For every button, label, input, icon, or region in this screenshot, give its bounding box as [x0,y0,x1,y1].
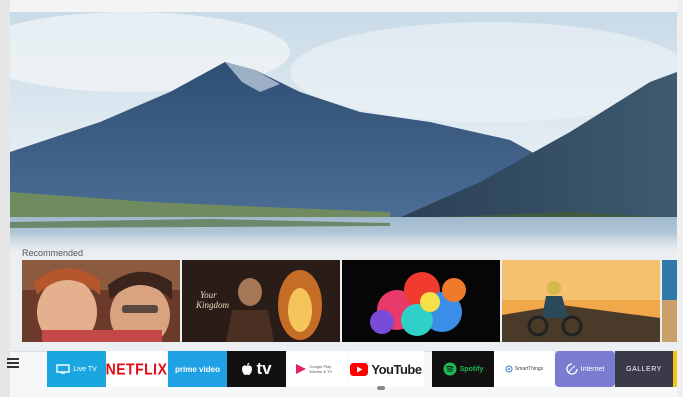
app-netflix-label: NETFLIX [106,360,167,378]
app-netflix[interactable]: NETFLIX [106,351,167,387]
recommended-tile-3[interactable] [342,260,500,342]
app-smartthings[interactable]: SmartThings [494,351,554,387]
recommended-tile-1[interactable] [22,260,180,342]
app-spotify[interactable]: Spotify [432,351,494,387]
app-internet[interactable]: Internet [555,351,615,387]
apple-icon [242,362,253,375]
app-apple-tv-label: tv [256,359,272,378]
app-gallery-label: GALLERY [626,365,662,373]
app-partial-edge[interactable] [673,351,677,387]
menu-icon[interactable] [7,358,19,368]
app-smartthings-label: SmartThings [514,366,544,372]
app-youtube-label: YouTube [371,361,422,377]
app-gallery[interactable]: GALLERY [615,351,673,387]
tv-icon [56,364,70,374]
svg-text:Kingdom: Kingdom [195,300,230,310]
recommended-row: Your Kingdom [22,260,677,342]
tv-bezel-left [0,0,10,397]
internet-icon [566,363,578,375]
recommended-tile-5[interactable] [662,260,677,342]
svg-text:Your: Your [200,290,217,300]
tv-screen: Recommended Your Kingdom [10,12,677,397]
app-spotify-label: Spotify [459,365,484,373]
app-live-tv[interactable]: Live TV [47,351,106,387]
app-live-tv-label: Live TV [73,365,97,373]
hero-landscape-image [10,12,677,252]
app-google-play-label: Google Play Movies & TV [309,364,333,374]
app-prime-video[interactable]: prime video [168,351,227,387]
tv-bezel-top [0,0,683,12]
recommended-tile-2[interactable]: Your Kingdom [182,260,340,342]
play-icon [295,364,306,374]
app-google-play-movies[interactable]: Google Play Movies & TV [287,351,347,387]
tv-frame: Recommended Your Kingdom Live TV NETFLIX… [0,0,683,397]
app-prime-video-label: prime video [175,364,220,374]
tv-bezel-right [677,0,683,397]
recommended-label: Recommended [22,248,84,258]
scroll-indicator[interactable] [377,386,385,390]
app-internet-label: Internet [580,365,605,373]
app-youtube[interactable]: YouTube [348,351,424,387]
spotify-icon [443,362,457,376]
smartthings-icon [505,365,513,373]
app-apple-tv[interactable]: tv [227,351,286,387]
recommended-tile-4[interactable] [502,260,660,342]
youtube-play-icon [350,362,369,376]
